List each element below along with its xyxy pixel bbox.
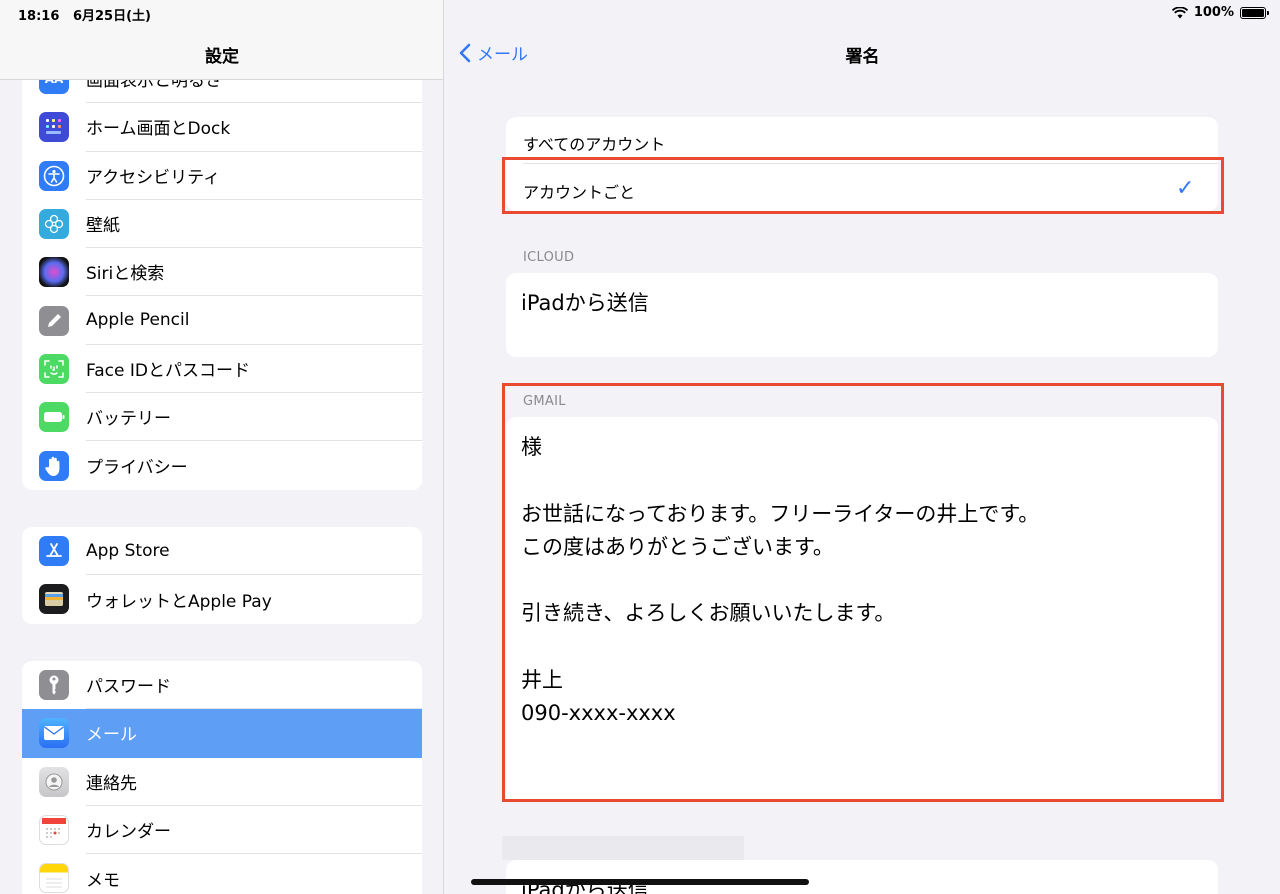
sidebar-item-label: 壁紙	[86, 200, 422, 249]
sidebar-item-label: Siriと検索	[86, 248, 422, 297]
calendar-icon	[39, 815, 69, 846]
accessibility-icon	[39, 160, 69, 191]
sidebar-item-label: 連絡先	[86, 758, 422, 806]
sidebar-item-label: ホーム画面とDock	[86, 103, 422, 152]
sidebar-item-privacy[interactable]: プライバシー	[22, 441, 422, 489]
redacted-section-header	[502, 836, 744, 860]
home-indicator	[471, 879, 809, 885]
sidebar-item-calendar[interactable]: カレンダー	[22, 806, 422, 855]
status-date: 6月25日(土)	[72, 9, 151, 24]
sidebar-item-label: ウォレットとApple Pay	[86, 591, 272, 612]
sidebar-item-label: プライバシー	[86, 458, 188, 479]
settings-group-apps: パスワード メール 連絡先 カレンダー メモ	[22, 661, 422, 894]
status-bar: 18:16 6月25日(土) 100%	[0, 0, 1280, 26]
sidebar-item-apple-pencil[interactable]: Apple Pencil	[22, 296, 422, 345]
sidebar-item-label: カレンダー	[86, 806, 422, 855]
settings-sidebar: AA 画面表示と明るさ ホーム画面とDock アクセシビリティ 壁紙 Siriと…	[0, 0, 444, 894]
battery-percentage: 100%	[1193, 5, 1234, 20]
wallpaper-icon	[39, 209, 69, 240]
sidebar-item-contacts[interactable]: 連絡先	[22, 758, 422, 806]
settings-group-store: App Store ウォレットとApple Pay	[22, 527, 422, 624]
status-time-value: 18:16	[18, 9, 60, 24]
sidebar-item-label: App Store	[86, 527, 422, 576]
face-id-icon	[39, 353, 69, 384]
sidebar-item-label: Face IDとパスコード	[86, 345, 422, 394]
sidebar-item-passwords[interactable]: パスワード	[22, 661, 422, 710]
sidebar-item-accessibility[interactable]: アクセシビリティ	[22, 152, 422, 200]
sidebar-item-label: パスワード	[86, 661, 422, 710]
sidebar-item-home-screen[interactable]: ホーム画面とDock	[22, 103, 422, 152]
highlight-gmail-signature	[502, 383, 1224, 802]
wifi-icon	[1171, 6, 1188, 18]
sidebar-item-label: メール	[86, 725, 137, 746]
sidebar-item-mail[interactable]: メール	[22, 709, 422, 758]
sidebar-item-wallet[interactable]: ウォレットとApple Pay	[22, 575, 422, 623]
app-store-icon	[39, 536, 69, 567]
sidebar-item-battery[interactable]: バッテリー	[22, 393, 422, 442]
sidebar-title: 設定	[205, 47, 239, 67]
contacts-icon	[39, 766, 69, 797]
home-screen-icon	[39, 112, 69, 143]
privacy-hand-icon	[39, 450, 69, 481]
sidebar-item-app-store[interactable]: App Store	[22, 527, 422, 576]
status-right: 100%	[1171, 5, 1269, 20]
mail-icon	[39, 718, 69, 749]
status-time: 18:16 6月25日(土)	[18, 5, 151, 24]
option-all-accounts[interactable]: すべてのアカウント	[523, 131, 665, 155]
icloud-signature-text: iPadから送信	[521, 291, 649, 315]
sidebar-item-label: Apple Pencil	[86, 296, 422, 345]
icloud-section-header: ICLOUD	[523, 250, 575, 265]
pencil-icon	[39, 305, 69, 336]
key-icon	[39, 670, 69, 701]
sidebar-item-label: アクセシビリティ	[86, 152, 422, 200]
battery-icon	[39, 402, 69, 433]
page-title: 署名	[845, 47, 880, 67]
sidebar-item-label: バッテリー	[86, 393, 422, 442]
sidebar-item-notes[interactable]: メモ	[22, 854, 422, 894]
sidebar-item-siri[interactable]: Siriと検索	[22, 248, 422, 297]
sidebar-item-wallpaper[interactable]: 壁紙	[22, 200, 422, 249]
sidebar-item-label: メモ	[86, 870, 120, 891]
siri-icon	[39, 257, 69, 288]
status-battery-icon	[1240, 6, 1269, 19]
wallet-icon	[39, 584, 69, 615]
notes-icon	[39, 863, 69, 894]
settings-group-display: AA 画面表示と明るさ ホーム画面とDock アクセシビリティ 壁紙 Siriと…	[22, 55, 422, 490]
sidebar-item-face-id[interactable]: Face IDとパスコード	[22, 345, 422, 394]
highlight-per-account	[502, 157, 1224, 214]
